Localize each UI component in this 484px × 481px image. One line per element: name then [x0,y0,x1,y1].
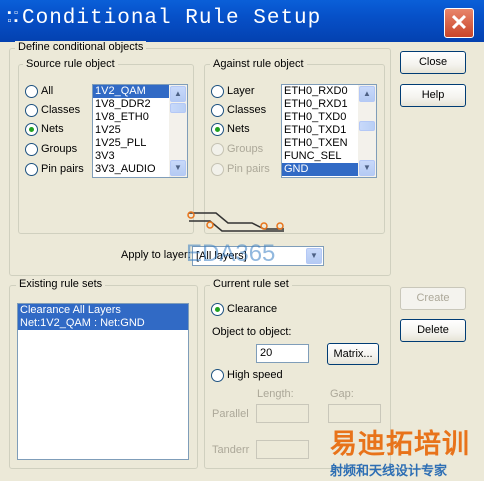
source-radio-pin-pairs-label: Pin pairs [41,163,84,175]
current-rule-set-label: Current rule set [210,278,292,290]
against-radio-nets[interactable] [211,123,224,136]
source-radio-all-label: All [41,85,54,97]
title-bar: ▪▫ ▫▪ Conditional Rule Setup ✕ [0,0,484,42]
high-speed-radio[interactable] [211,369,224,382]
clearance-radio-label: Clearance [227,303,278,315]
cn-title-watermark: 易迪拓培训 [330,429,470,459]
close-button[interactable]: Close [400,51,466,74]
scroll-down-icon[interactable]: ▼ [170,160,186,176]
against-net-list[interactable]: ETH0_RXD0 ETH0_RXD1 ETH0_TXD0 ETH0_TXD1 … [281,84,377,178]
against-radio-pin-pairs [211,163,224,176]
source-radio-groups-label: Groups [41,143,78,155]
trace-clearance-icon [187,211,284,232]
scroll-thumb[interactable] [359,121,375,131]
delete-button[interactable]: Delete [400,319,466,342]
against-radio-groups [211,143,224,156]
help-button[interactable]: Help [400,84,466,107]
source-radio-nets-label: Nets [41,123,64,135]
against-radio-layer[interactable] [211,85,224,98]
source-radio-all[interactable] [25,85,38,98]
window-title: Conditional Rule Setup [22,7,322,30]
list-item[interactable]: Clearance All Layers [18,304,188,317]
existing-rule-sets-label: Existing rule sets [16,278,106,290]
gap-label: Gap: [330,388,354,400]
clearance-radio[interactable] [211,303,224,316]
apply-to-layer-label: Apply to layer: [121,249,191,261]
high-speed-radio-label: High speed [227,369,283,381]
scroll-thumb[interactable] [170,103,186,113]
tandem-length-input [256,440,309,459]
close-window-button[interactable]: ✕ [444,8,474,38]
parallel-gap-input [328,404,381,423]
eda365-watermark: EDA365 [186,240,276,267]
source-radio-classes[interactable] [25,104,38,117]
source-rule-label: Source rule object [23,58,118,70]
cn-sub-watermark: 射频和天线设计专家 [330,463,448,478]
chevron-down-icon[interactable]: ▼ [306,248,322,264]
against-radio-nets-label: Nets [227,123,250,135]
length-label: Length: [257,388,294,400]
against-radio-layer-label: Layer [227,85,255,97]
scroll-down-icon[interactable]: ▼ [359,160,375,176]
against-radio-pin-pairs-label: Pin pairs [227,163,270,175]
against-list-scrollbar[interactable]: ▲ ▼ [358,85,376,177]
source-radio-classes-label: Classes [41,104,81,116]
against-radio-classes[interactable] [211,104,224,117]
scroll-up-icon[interactable]: ▲ [170,86,186,102]
tandem-label: Tanderr [212,444,250,456]
source-list-scrollbar[interactable]: ▲ ▼ [169,85,187,177]
source-net-list[interactable]: 1V2_QAM 1V8_DDR2 1V8_ETH0 1V25 1V25_PLL … [92,84,188,178]
against-radio-classes-label: Classes [227,104,267,116]
source-radio-groups[interactable] [25,143,38,156]
existing-rule-sets-list[interactable]: Clearance All Layers Net:1V2_QAM : Net:G… [17,303,189,460]
source-radio-pin-pairs[interactable] [25,163,38,176]
object-to-object-label: Object to object: [212,326,292,338]
parallel-length-input [256,404,309,423]
source-radio-nets[interactable] [25,123,38,136]
parallel-label: Parallel [212,408,249,420]
against-rule-label: Against rule object [210,58,307,70]
object-to-object-input[interactable]: 20 [256,344,309,363]
against-radio-groups-label: Groups [227,143,264,155]
app-icon: ▪▫ ▫▪ [6,8,20,28]
matrix-button[interactable]: Matrix... [327,343,379,365]
scroll-up-icon[interactable]: ▲ [359,86,375,102]
create-button[interactable]: Create [400,287,466,310]
define-objects-label: Define conditional objects [15,41,147,53]
list-item[interactable]: Net:1V2_QAM : Net:GND [18,317,188,330]
